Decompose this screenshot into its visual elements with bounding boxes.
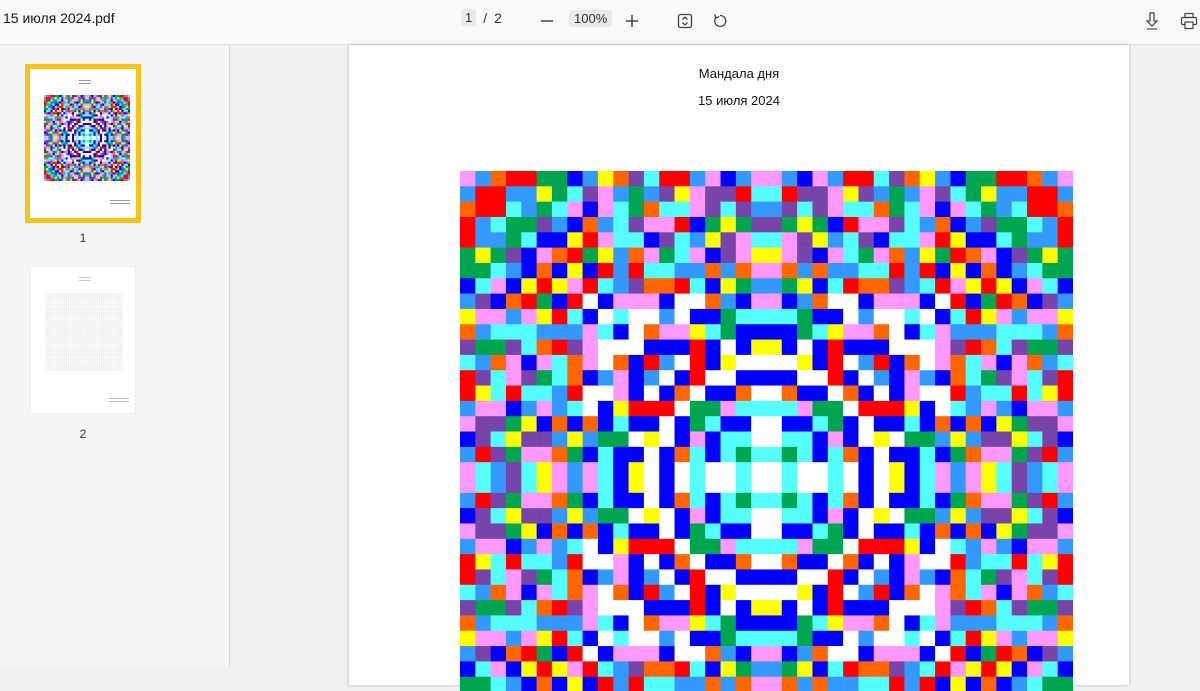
document-viewer[interactable]: Мандала дня 15 июля 2024: [231, 45, 1200, 691]
thumb-date-line: [79, 83, 91, 84]
thumbnail-page-1[interactable]: [25, 64, 141, 223]
toolbar: 15 июля 2024.pdf 1 / 2 100%: [0, 0, 1200, 45]
print-icon: [1180, 12, 1198, 30]
rotate-icon: [713, 14, 727, 28]
thumbnail-label-1: 1: [79, 231, 87, 245]
fit-page-icon: [677, 13, 693, 29]
thumb-footer-line: [109, 398, 129, 399]
thumbnail-sidebar: 1 2: [0, 45, 230, 667]
download-button[interactable]: [1139, 8, 1165, 34]
pdf-page-1: Мандала дня 15 июля 2024: [349, 45, 1129, 691]
fit-page-button[interactable]: [672, 8, 698, 34]
thumb-title-line: [79, 277, 91, 278]
thumbnail-label-2: 2: [79, 427, 87, 441]
download-icon: [1145, 12, 1159, 30]
print-button[interactable]: [1176, 8, 1200, 34]
zoom-out-button[interactable]: [534, 8, 560, 34]
thumb-date-line: [79, 280, 91, 281]
thumbnail-mandala-image: [44, 95, 130, 181]
total-pages: 2: [494, 9, 502, 26]
plus-icon: [626, 15, 638, 27]
thumb-title-line: [79, 80, 91, 81]
zoom-level[interactable]: 100%: [569, 10, 613, 27]
thumbnail-page-2[interactable]: [30, 266, 136, 414]
zoom-in-button[interactable]: [619, 8, 645, 34]
page-separator: /: [483, 9, 488, 26]
page-navigation: 1 / 2: [461, 9, 502, 26]
document-title: Мандала дня: [698, 66, 780, 81]
thumb-footer-line: [109, 401, 129, 402]
thumb-footer-line: [110, 203, 130, 204]
current-page-input[interactable]: 1: [461, 9, 477, 26]
mandala-image: [460, 171, 1073, 691]
thumbnail-outline-mandala-image: [45, 293, 123, 371]
rotate-button[interactable]: [707, 8, 733, 34]
minus-icon: [541, 20, 553, 22]
file-title: 15 июля 2024.pdf: [3, 10, 115, 26]
document-date: 15 июля 2024: [698, 93, 780, 108]
thumb-footer-line: [110, 200, 130, 201]
